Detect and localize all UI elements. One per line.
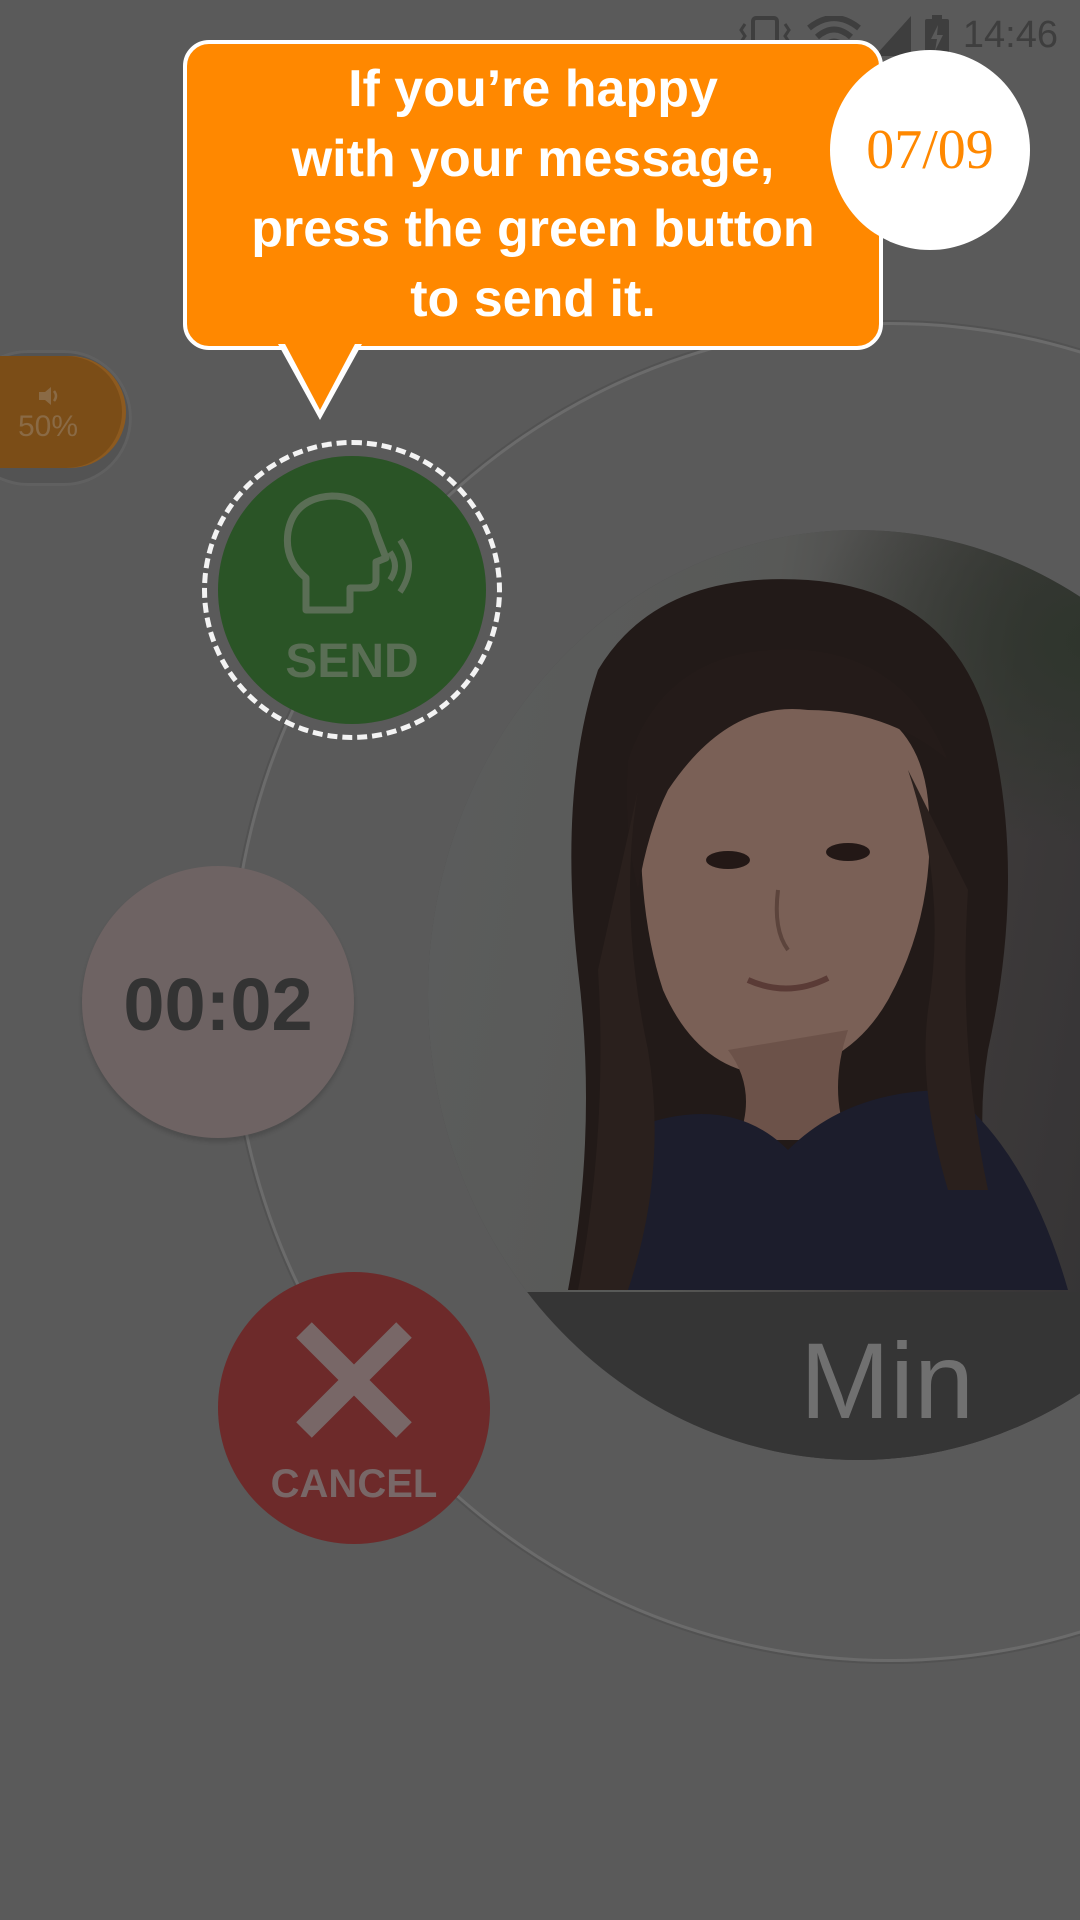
walkie-talkie-screen: 14:46 Min 50% SEND 00:02 CANCEL If you’r… — [0, 0, 1080, 1920]
contact-photo: Min — [428, 530, 1080, 1460]
close-x-icon — [296, 1322, 412, 1438]
tutorial-step-counter: 07/09 — [866, 119, 994, 181]
send-button[interactable]: SEND — [218, 456, 486, 724]
cancel-button[interactable]: CANCEL — [218, 1272, 490, 1544]
recording-timer: 00:02 — [82, 866, 354, 1138]
contact-name-bar — [428, 1292, 1080, 1460]
contact-name: Min — [800, 1320, 975, 1441]
status-time: 14:46 — [962, 14, 1058, 56]
speaker-icon — [39, 387, 58, 405]
signal-icon — [874, 15, 911, 56]
cancel-label: CANCEL — [270, 1462, 438, 1506]
tutorial-message: If you’re happy with your message, press… — [251, 60, 815, 328]
send-label: SEND — [285, 635, 419, 688]
tutorial-step-badge[interactable]: 07/09 — [830, 50, 1030, 250]
timer-value: 00:02 — [123, 963, 313, 1046]
speaking-head-icon — [283, 492, 412, 614]
volume-percentage: 50% — [18, 410, 79, 443]
